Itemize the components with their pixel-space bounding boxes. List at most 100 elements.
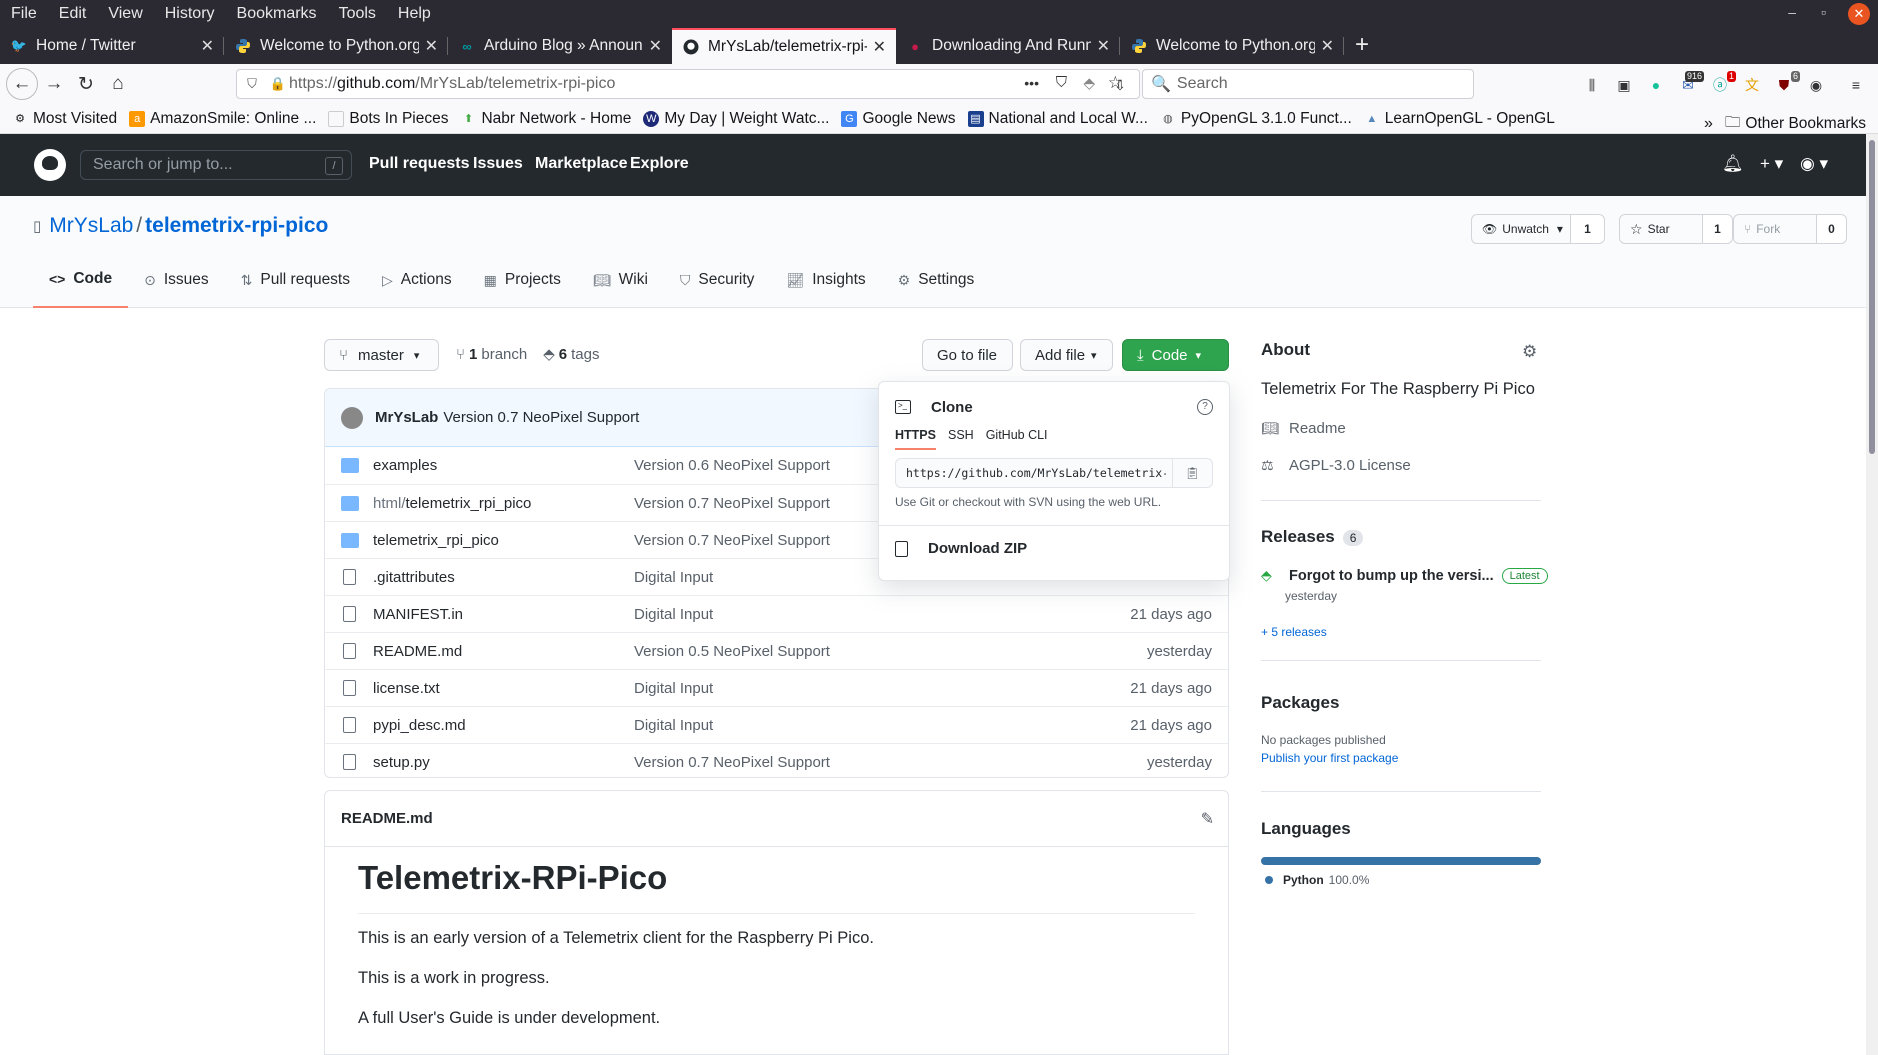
home-icon[interactable]: ⌂ [102, 68, 134, 100]
unwatch-button[interactable]: 👁︎ Unwatch ▾ [1471, 214, 1571, 244]
more-releases-link[interactable]: + 5 releases [1261, 625, 1327, 639]
file-row[interactable]: MANIFEST.in Digital Input 21 days ago [325, 595, 1228, 632]
tab-projects[interactable]: ▦ Projects [468, 258, 577, 308]
tab-issues[interactable]: ⊙ Issues [128, 258, 225, 308]
tab-wiki[interactable]: 📖︎ Wiki [577, 258, 664, 308]
tab-settings[interactable]: ⚙ Settings [882, 258, 991, 308]
nav-marketplace[interactable]: Marketplace [535, 155, 628, 173]
commit-message[interactable]: Digital Input [634, 569, 713, 586]
menu-view[interactable]: View [97, 5, 153, 23]
repo-name-link[interactable]: telemetrix-rpi-pico [145, 214, 328, 238]
nav-pull-requests[interactable]: Pull requests [369, 155, 469, 173]
bookmark-item[interactable]: W My Day | Weight Watc... [637, 110, 835, 128]
sidebar-icon[interactable]: ▣ [1614, 76, 1634, 94]
license-link[interactable]: ⚖ AGPL-3.0 License [1261, 457, 1411, 474]
readme-link[interactable]: 📖︎ Readme [1261, 420, 1346, 437]
bookmark-item[interactable]: ⬆ Nabr Network - Home [454, 110, 637, 128]
menu-edit[interactable]: Edit [48, 5, 98, 23]
commit-message[interactable]: Version 0.7 NeoPixel Support [443, 409, 639, 426]
other-bookmarks[interactable]: » 🗀 Other Bookmarks [1704, 110, 1866, 137]
bookmark-item[interactable]: ⚙ Most Visited [6, 110, 123, 128]
account-icon[interactable]: ◉ [1806, 76, 1826, 94]
bookmark-item[interactable]: Bots In Pieces [322, 110, 454, 128]
file-row[interactable]: README.md Version 0.5 NeoPixel Support yes… [325, 632, 1228, 669]
language-item[interactable]: Python 100.0% [1261, 873, 1369, 887]
commit-message[interactable]: Version 0.7 NeoPixel Support [634, 754, 830, 771]
file-name[interactable]: pypi_desc.md [373, 717, 466, 734]
menu-help[interactable]: Help [387, 5, 442, 23]
reload-icon[interactable]: ↻ [70, 68, 102, 100]
extension-a-icon[interactable]: ⓐ 1 [1710, 71, 1736, 94]
url-bar[interactable]: ⛉ 🔒 https://github.com/MrYsLab/telemetri… [236, 69, 1140, 99]
browser-tab[interactable]: Welcome to Python.org ✕ [1120, 28, 1344, 64]
file-row[interactable]: pypi_desc.md Digital Input 21 days ago [325, 706, 1228, 743]
clipboard-icon[interactable]: 📋︎ [1172, 459, 1212, 487]
save-page-icon[interactable]: ⇩ [1110, 76, 1130, 94]
translate-icon[interactable]: 文 [1742, 76, 1762, 94]
github-search-input[interactable]: Search or jump to... / [80, 150, 352, 180]
tab-close-icon[interactable]: ✕ [1097, 36, 1110, 56]
pocket-icon[interactable]: ⛉ [1056, 74, 1067, 91]
back-icon[interactable]: ← [6, 68, 38, 100]
tab-security[interactable]: ⛉ Security [664, 258, 771, 308]
file-name[interactable]: license.txt [373, 680, 440, 697]
tab-close-icon[interactable]: ✕ [425, 36, 438, 56]
releases-heading[interactable]: Releases 6 [1261, 527, 1364, 547]
menu-tools[interactable]: Tools [328, 5, 387, 23]
download-zip-link[interactable]: Download ZIP [895, 540, 1027, 557]
file-name[interactable]: .gitattributes [373, 569, 455, 586]
nav-explore[interactable]: Explore [630, 155, 689, 173]
tab-close-icon[interactable]: ✕ [649, 36, 662, 56]
file-name[interactable]: README.md [373, 643, 462, 660]
packages-heading[interactable]: Packages [1261, 693, 1339, 713]
bell-icon[interactable]: 🔔︎ [1722, 154, 1744, 174]
file-row[interactable]: license.txt Digital Input 21 days ago [325, 669, 1228, 706]
latest-release-link[interactable]: ⬘ Forgot to bump up the versi... Latest [1261, 567, 1548, 584]
nav-issues[interactable]: Issues [473, 155, 523, 173]
tab-insights[interactable]: 📈︎ Insights [770, 258, 881, 308]
clone-url-input[interactable] [896, 466, 1166, 480]
branch-link[interactable]: branch [481, 346, 527, 363]
extension-mail-icon[interactable]: ✉ 916 [1678, 71, 1704, 94]
bookmark-item[interactable]: ▤ National and Local W... [962, 110, 1154, 128]
avatar[interactable] [341, 406, 363, 429]
go-to-file-button[interactable]: Go to file [922, 339, 1013, 371]
page-actions-icon[interactable]: ••• [1024, 75, 1039, 91]
bookmark-item[interactable]: ◍ PyOpenGL 3.1.0 Funct... [1154, 110, 1358, 128]
browser-tab[interactable]: ● Downloading And Runnin ✕ [896, 28, 1120, 64]
forward-icon[interactable]: → [38, 68, 70, 100]
commit-message[interactable]: Version 0.7 NeoPixel Support [634, 532, 830, 549]
shield-icon[interactable]: ⛉ [237, 76, 267, 92]
menu-bookmarks[interactable]: Bookmarks [226, 5, 328, 23]
library-icon[interactable]: ⫼ [1582, 76, 1602, 94]
file-name[interactable]: setup.py [373, 754, 430, 771]
maximize-button[interactable]: ▫ [1821, 4, 1826, 20]
chevron-right-icon[interactable]: » [1704, 115, 1713, 133]
file-name[interactable]: html/telemetrix_rpi_pico [373, 495, 531, 512]
minimize-button[interactable]: – [1788, 4, 1796, 20]
fork-button[interactable]: ⑂ Fork [1733, 214, 1817, 244]
commit-message[interactable]: Digital Input [634, 606, 713, 623]
commit-author[interactable]: MrYsLab [375, 409, 438, 426]
file-row[interactable]: setup.py Version 0.7 NeoPixel Support yest… [325, 743, 1228, 777]
scrollbar-thumb[interactable] [1869, 140, 1875, 454]
bookmark-item[interactable]: ▲ LearnOpenGL - OpenGL [1358, 110, 1561, 128]
file-name[interactable]: telemetrix_rpi_pico [373, 532, 499, 549]
tab-code[interactable]: <> Code [33, 258, 129, 308]
commit-message[interactable]: Version 0.6 NeoPixel Support [634, 457, 830, 474]
tab-pull-requests[interactable]: ⇅ Pull requests [225, 258, 366, 308]
ublock-icon[interactable]: ⛊ 6 [1774, 71, 1800, 94]
commit-message[interactable]: Version 0.5 NeoPixel Support [634, 643, 830, 660]
tab-close-icon[interactable]: ✕ [873, 37, 886, 57]
new-tab-button[interactable]: + [1344, 28, 1380, 64]
browser-tab[interactable]: 🐦 Home / Twitter ✕ [0, 28, 224, 64]
fork-count[interactable]: 0 [1817, 214, 1847, 244]
watch-count[interactable]: 1 [1571, 214, 1605, 244]
code-button[interactable]: ⤓ Code ▾ [1122, 339, 1229, 371]
menu-file[interactable]: File [0, 5, 48, 23]
branch-count[interactable]: 1 [469, 346, 477, 363]
star-button[interactable]: ☆ Star [1619, 214, 1703, 244]
tags-link[interactable]: tags [571, 346, 599, 363]
tab-ssh[interactable]: SSH [948, 428, 974, 450]
tag-count[interactable]: 6 [559, 346, 567, 363]
